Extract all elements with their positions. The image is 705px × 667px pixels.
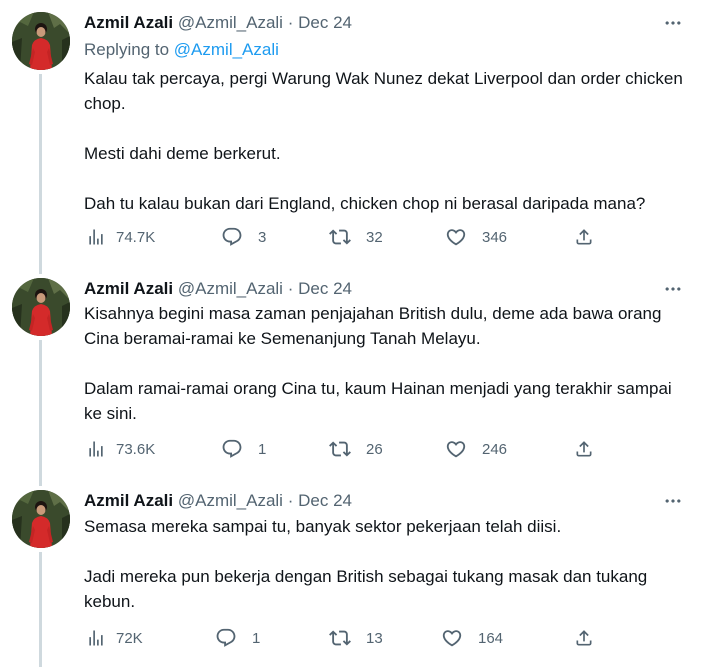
heart-icon — [444, 225, 468, 249]
thread-line — [39, 480, 42, 486]
retweet-icon — [328, 626, 352, 650]
heart-icon — [444, 437, 468, 461]
tweet-paragraph: Kisahnya begini masa zaman penjajahan Br… — [84, 304, 662, 348]
author-handle[interactable]: @Azmil_Azali — [178, 13, 283, 32]
separator-dot: · — [287, 279, 294, 298]
replying-to-label: Replying to — [84, 40, 174, 59]
avatar[interactable] — [12, 490, 70, 548]
retweet-icon — [328, 225, 352, 249]
views-count: 73.6K — [116, 440, 156, 458]
reply-icon — [214, 626, 238, 650]
avatar[interactable] — [12, 278, 70, 336]
tweet-header: Azmil Azali @Azmil_Azali · Dec 24 — [84, 12, 685, 34]
retweet-button[interactable]: 13 — [328, 626, 383, 650]
tweet-paragraph: Dah tu kalau bukan dari England, chicken… — [84, 194, 646, 213]
views-button[interactable]: 74.7K — [84, 225, 155, 249]
share-button[interactable] — [572, 626, 596, 650]
more-options-icon[interactable] — [661, 490, 685, 512]
avatar[interactable] — [12, 12, 70, 70]
retweet-button[interactable]: 26 — [328, 437, 383, 461]
share-icon — [572, 437, 596, 461]
tweet-date[interactable]: Dec 24 — [298, 491, 352, 510]
tweet-date[interactable]: Dec 24 — [298, 279, 352, 298]
retweet-icon — [328, 437, 352, 461]
like-count: 246 — [482, 440, 508, 458]
thread-line — [39, 74, 42, 270]
share-icon — [572, 626, 596, 650]
author-handle[interactable]: @Azmil_Azali — [178, 279, 283, 298]
like-button[interactable]: 164 — [440, 626, 503, 650]
tweet-paragraph: Dalam ramai-ramai orang Cina tu, kaum Ha… — [84, 379, 672, 423]
replying-to-handle[interactable]: @Azmil_Azali — [174, 40, 279, 59]
tweet-paragraph: Semasa mereka sampai tu, banyak sektor p… — [84, 517, 562, 536]
tweet-paragraph: Jadi mereka pun bekerja dengan British s… — [84, 567, 648, 611]
tweet[interactable]: Azmil Azali @Azmil_Azali · Dec 24 Kisahn… — [0, 270, 705, 480]
tweet-paragraph: Mesti dahi deme berkerut. — [84, 144, 281, 163]
author-name[interactable]: Azmil Azali — [84, 279, 173, 298]
views-button[interactable]: 72K — [84, 626, 143, 650]
author-name[interactable]: Azmil Azali — [84, 13, 173, 32]
separator-dot: · — [287, 13, 294, 32]
tweet-actions: 73.6K 1 26 246 — [84, 437, 705, 461]
tweet-text: Kisahnya begini masa zaman penjajahan Br… — [84, 301, 694, 426]
thread-line — [39, 270, 42, 274]
tweet[interactable]: Azmil Azali @Azmil_Azali · Dec 24 Semasa… — [0, 480, 705, 667]
retweet-count: 32 — [366, 228, 383, 246]
analytics-icon — [84, 225, 108, 249]
reply-icon — [220, 437, 244, 461]
author-name[interactable]: Azmil Azali — [84, 491, 173, 510]
analytics-icon — [84, 626, 108, 650]
reply-button[interactable]: 1 — [214, 626, 260, 650]
views-count: 72K — [116, 629, 143, 647]
like-button[interactable]: 346 — [444, 225, 507, 249]
tweet-paragraph: Kalau tak percaya, pergi Warung Wak Nune… — [84, 69, 683, 113]
reply-count: 1 — [258, 440, 267, 458]
reply-count: 3 — [258, 228, 267, 246]
tweet-text: Semasa mereka sampai tu, banyak sektor p… — [84, 514, 694, 614]
tweet-actions: 72K 1 13 164 — [84, 626, 705, 650]
tweet-actions: 74.7K 3 32 346 — [84, 225, 705, 249]
like-count: 164 — [478, 629, 504, 647]
heart-icon — [440, 626, 464, 650]
replying-to: Replying to @Azmil_Azali — [84, 39, 279, 61]
author-handle[interactable]: @Azmil_Azali — [178, 491, 283, 510]
share-button[interactable] — [572, 225, 596, 249]
share-icon — [572, 225, 596, 249]
retweet-count: 26 — [366, 440, 383, 458]
reply-button[interactable]: 3 — [220, 225, 266, 249]
analytics-icon — [84, 437, 108, 461]
tweet-date[interactable]: Dec 24 — [298, 13, 352, 32]
retweet-count: 13 — [366, 629, 383, 647]
tweet-text: Kalau tak percaya, pergi Warung Wak Nune… — [84, 66, 694, 216]
retweet-button[interactable]: 32 — [328, 225, 383, 249]
reply-count: 1 — [252, 629, 261, 647]
separator-dot: · — [287, 491, 294, 510]
reply-icon — [220, 225, 244, 249]
more-options-icon[interactable] — [661, 278, 685, 300]
share-button[interactable] — [572, 437, 596, 461]
more-options-icon[interactable] — [661, 12, 685, 34]
reply-button[interactable]: 1 — [220, 437, 266, 461]
views-button[interactable]: 73.6K — [84, 437, 155, 461]
like-count: 346 — [482, 228, 508, 246]
views-count: 74.7K — [116, 228, 156, 246]
tweet-header: Azmil Azali @Azmil_Azali · Dec 24 — [84, 278, 685, 300]
thread-line — [39, 552, 42, 667]
tweet-header: Azmil Azali @Azmil_Azali · Dec 24 — [84, 490, 685, 512]
thread-line — [39, 340, 42, 480]
tweet[interactable]: Azmil Azali @Azmil_Azali · Dec 24 Replyi… — [0, 12, 705, 270]
like-button[interactable]: 246 — [444, 437, 507, 461]
